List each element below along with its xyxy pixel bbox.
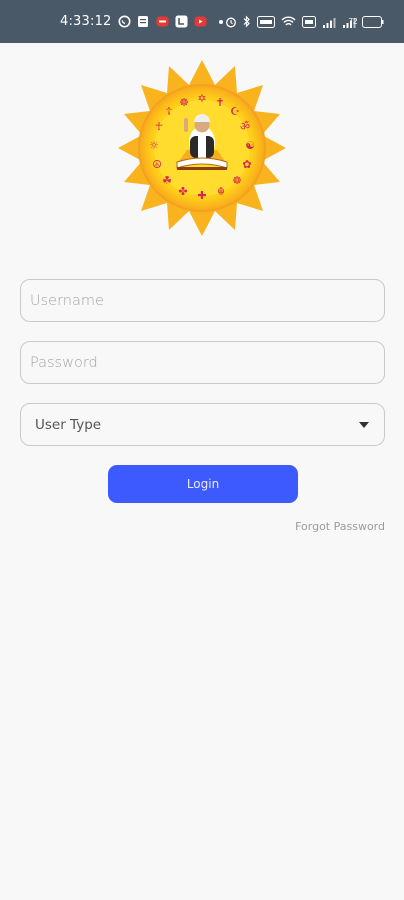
message-icon (137, 15, 150, 28)
svg-text:☯: ☯ (245, 139, 255, 152)
svg-text:✿: ✿ (242, 158, 251, 171)
signal-icon (323, 17, 336, 28)
bluetooth-icon (243, 15, 250, 28)
volte-icon (302, 15, 316, 28)
svg-text:☸: ☸ (179, 96, 189, 109)
user-type-select[interactable]: User Type (20, 403, 385, 446)
more-notifications-dot (218, 19, 223, 24)
forgot-password-link[interactable]: Forgot Password (295, 520, 385, 533)
volte-icon (257, 15, 275, 28)
password-input[interactable] (21, 342, 384, 383)
whatsapp-icon (118, 15, 131, 28)
status-time: 4:33:12 (60, 14, 112, 29)
password-field[interactable] (20, 341, 385, 384)
youtube-icon (194, 15, 207, 28)
sun-logo: ✡ ✝ ☪ ॐ ☯ ✿ ☸ ☬ ✚ ✤ ☘ ☮ ☼ ☥ ☦ ☸ (117, 58, 287, 238)
username-input[interactable] (21, 280, 384, 321)
chevron-down-icon (359, 422, 369, 428)
youtube-icon (156, 15, 169, 28)
username-field[interactable] (20, 279, 385, 322)
svg-text:☥: ☥ (155, 120, 163, 133)
svg-text:☘: ☘ (162, 174, 172, 187)
svg-text:ॐ: ॐ (240, 120, 250, 133)
svg-text:☼: ☼ (149, 139, 159, 152)
battery-level: 72 (348, 17, 358, 26)
status-left: 4:33:12 (60, 0, 223, 43)
svg-text:☸: ☸ (232, 174, 242, 187)
wifi-icon (281, 16, 296, 25)
svg-text:✚: ✚ (197, 189, 206, 202)
svg-text:✡: ✡ (197, 92, 206, 105)
login-button[interactable]: Login (108, 465, 298, 503)
user-type-value: User Type (35, 416, 102, 433)
app-icon (175, 15, 188, 28)
alarm-icon (226, 17, 236, 27)
svg-text:☦: ☦ (165, 105, 172, 118)
svg-text:✝: ✝ (215, 96, 224, 109)
svg-text:☬: ☬ (217, 185, 225, 198)
svg-text:✤: ✤ (178, 185, 187, 198)
battery-icon: 72 (349, 15, 384, 28)
status-right: 72 (225, 0, 384, 43)
svg-text:☪: ☪ (230, 105, 240, 118)
status-bar: 4:33:12 72 (0, 0, 404, 43)
svg-text:☮: ☮ (152, 158, 162, 171)
